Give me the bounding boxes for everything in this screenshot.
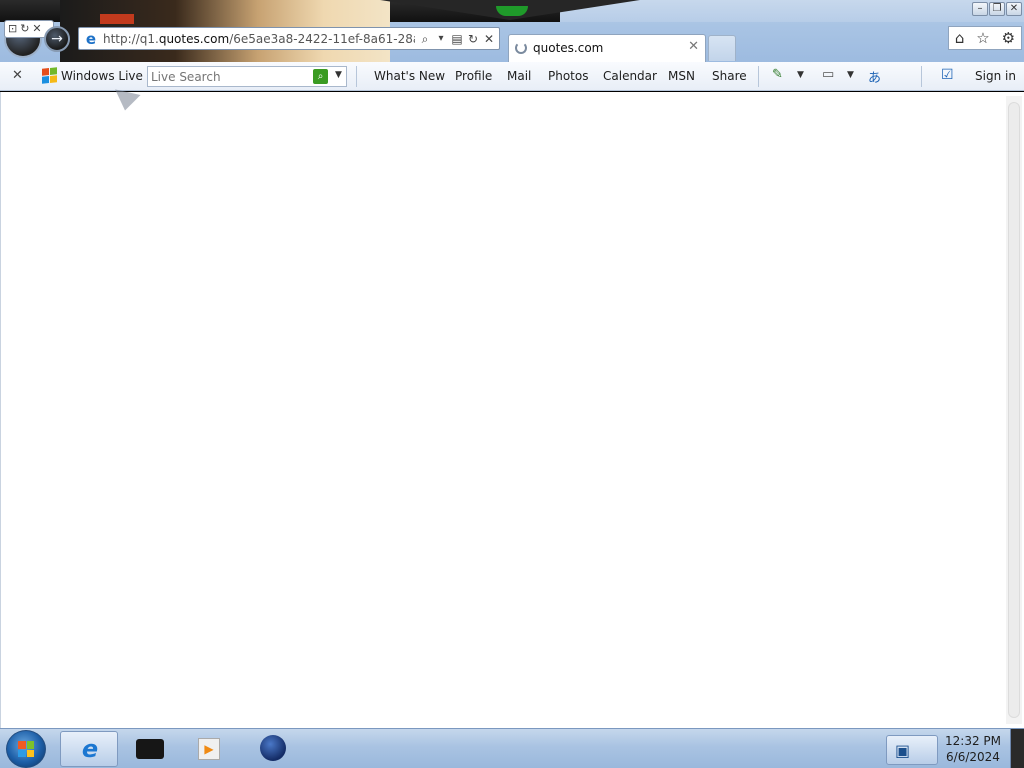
vertical-scrollbar[interactable]	[1006, 96, 1022, 724]
refresh-icon[interactable]: ↻	[465, 30, 481, 48]
browser-title-area: – ❐ ✕ ⊡↻✕ → e http://q1.quotes.com/6e5ae…	[0, 0, 1024, 62]
tray-network-icon[interactable]: ▣	[886, 735, 938, 765]
system-clock[interactable]: 12:32 PM 6/6/2024	[940, 733, 1006, 765]
internet-explorer-icon: e	[81, 735, 99, 763]
sign-in-link[interactable]: Sign in	[975, 69, 1016, 83]
page-content[interactable]	[0, 92, 1024, 728]
clock-time: 12:32 PM	[945, 734, 1001, 748]
windows-flag-icon	[42, 67, 57, 84]
address-dropdown-icon[interactable]: ▾	[433, 30, 449, 48]
new-tab-button[interactable]	[708, 35, 736, 61]
taskbar-app-box[interactable]	[120, 731, 178, 767]
live-search-box: ⌕ ▼	[147, 66, 347, 87]
link-share[interactable]: Share	[712, 69, 747, 83]
form-fill-dropdown-icon[interactable]: ▼	[847, 70, 854, 80]
search-go-icon[interactable]: ⌕	[313, 69, 328, 84]
highlight-dropdown-icon[interactable]: ▼	[797, 70, 804, 80]
command-icons: ⌂ ☆ ⚙	[948, 26, 1022, 50]
form-fill-icon[interactable]: ▭	[822, 67, 834, 82]
live-search-input[interactable]	[151, 69, 306, 84]
highlight-icon[interactable]: ✎	[772, 67, 783, 82]
address-bar[interactable]: e http://q1.quotes.com/6e5ae3a8-2422-11e…	[78, 27, 500, 50]
toolbar-divider	[758, 66, 759, 87]
toolbar-divider	[921, 66, 922, 87]
taskbar-globe-app[interactable]	[244, 731, 302, 767]
start-button[interactable]	[6, 730, 46, 768]
translate-icon[interactable]: あ	[868, 67, 881, 86]
address-url[interactable]: http://q1.quotes.com/6e5ae3a8-2422-11ef-…	[103, 32, 415, 48]
restore-button[interactable]: ❐	[989, 2, 1005, 16]
brand-label: Windows Live	[61, 68, 143, 83]
url-path: /6e5ae3a8-2422-11ef-8a61-28a453672	[229, 32, 415, 46]
taskbar-media-player[interactable]: ▶	[182, 731, 240, 767]
checkbox-icon[interactable]: ☑	[941, 67, 954, 83]
toolbar-divider	[356, 66, 357, 87]
url-prefix: http://q1.	[103, 32, 159, 46]
tools-gear-icon[interactable]: ⚙	[1002, 29, 1015, 47]
search-icon[interactable]: ⌕	[417, 30, 433, 48]
show-desktop-button[interactable]	[1010, 729, 1024, 768]
loading-spinner-icon	[515, 42, 527, 54]
background-indicator	[496, 6, 528, 16]
close-window-button[interactable]: ✕	[1006, 2, 1022, 16]
link-calendar[interactable]: Calendar	[603, 69, 657, 83]
network-icon: ▣	[895, 741, 911, 760]
globe-icon	[260, 735, 286, 761]
link-profile[interactable]: Profile	[455, 69, 492, 83]
clock-date: 6/6/2024	[946, 750, 1000, 764]
background-photo-detail	[100, 14, 134, 24]
link-msn[interactable]: MSN	[668, 69, 695, 83]
link-whats-new[interactable]: What's New	[374, 69, 445, 83]
link-mail[interactable]: Mail	[507, 69, 531, 83]
favorites-icon[interactable]: ☆	[976, 29, 989, 47]
link-photos[interactable]: Photos	[548, 69, 588, 83]
scrollbar-thumb[interactable]	[1008, 102, 1020, 718]
home-icon[interactable]: ⌂	[955, 29, 965, 47]
forward-button[interactable]: →	[44, 26, 70, 52]
url-domain: quotes.com	[158, 32, 230, 46]
search-dropdown-icon[interactable]: ▼	[335, 70, 342, 80]
tab-quotes[interactable]: quotes.com ✕	[508, 34, 706, 62]
minimize-button[interactable]: –	[972, 2, 988, 16]
box-app-icon	[136, 739, 164, 759]
toolbar-close-icon[interactable]: ✕	[12, 68, 23, 83]
taskbar-internet-explorer[interactable]: e	[60, 731, 118, 767]
tab-label: quotes.com	[533, 41, 604, 55]
stop-icon[interactable]: ✕	[481, 30, 497, 48]
windows-live-brand[interactable]: Windows Live	[42, 67, 143, 84]
windows-logo-icon	[18, 741, 34, 757]
taskbar: e ▶ ▣ 12:32 PM 6/6/2024	[0, 728, 1024, 768]
windows-live-toolbar: ✕ Windows Live ⌕ ▼ What's New Profile Ma…	[0, 62, 1024, 91]
ie-page-icon: e	[85, 30, 97, 48]
tab-close-icon[interactable]: ✕	[688, 39, 699, 54]
media-player-icon: ▶	[198, 738, 220, 760]
compatibility-view-icon[interactable]: ▤	[449, 30, 465, 48]
